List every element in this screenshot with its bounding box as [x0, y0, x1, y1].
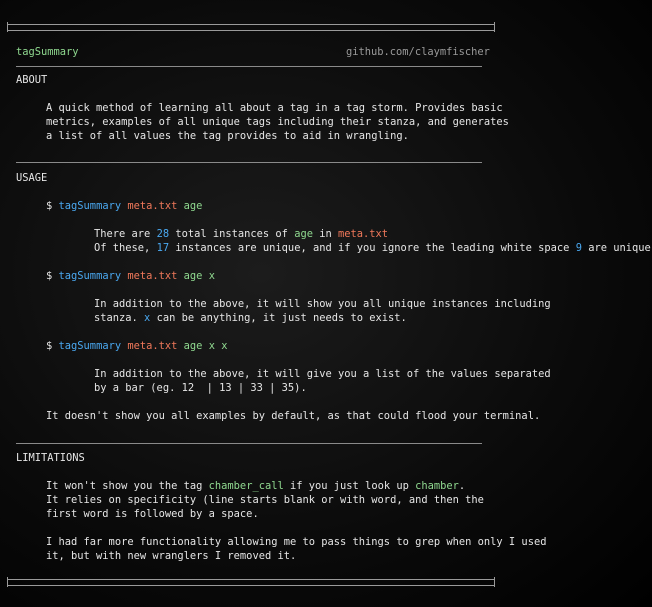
section-heading-usage: USAGE [16, 172, 48, 184]
divider [16, 66, 482, 67]
command-name: tagSummary [58, 200, 122, 212]
about-line-1: A quick method of learning all about a t… [46, 102, 503, 114]
limitations-line-1: It won't show you the tag chamber_call i… [46, 480, 466, 492]
divider [16, 443, 482, 444]
example-3-line-1: In addition to the above, it will give y… [94, 368, 551, 380]
usage-footer-note: It doesn't show you all examples by defa… [46, 410, 541, 422]
command-line-3: $ tagSummary meta.txt age x x [46, 340, 228, 352]
divider [16, 162, 482, 163]
limitations-line-5: it, but with new wranglers I removed it. [46, 550, 297, 562]
command-file: meta.txt [127, 200, 178, 212]
example-2-line-2: stanza. x can be anything, it just needs… [94, 312, 407, 324]
prompt-symbol: $ [46, 200, 53, 212]
limitations-line-4: I had far more functionality allowing me… [46, 536, 547, 548]
about-line-2: metrics, examples of all unique tags inc… [46, 116, 509, 128]
unique-count: 17 [156, 242, 170, 254]
limitations-line-2: It relies on specificity (line starts bl… [46, 494, 484, 506]
total-count: 28 [156, 228, 170, 240]
section-heading-limitations: LIMITATIONS [16, 452, 85, 464]
example-2-line-1: In addition to the above, it will show y… [94, 298, 551, 310]
command-line-2: $ tagSummary meta.txt age x [46, 270, 215, 282]
example-1-line-1: There are 28 total instances of age in m… [94, 228, 389, 240]
section-heading-about: ABOUT [16, 74, 48, 86]
command-line-1: $ tagSummary meta.txt age [46, 199, 202, 213]
command-flag: x [208, 270, 215, 282]
about-line-3: a list of all values the tag provides to… [46, 130, 409, 142]
app-title: tagSummary [16, 46, 79, 58]
top-border [7, 22, 495, 32]
example-3-line-2: by a bar (eg. 12 | 13 | 33 | 35). [94, 382, 307, 394]
command-tag: age [183, 200, 203, 212]
example-1-line-2: Of these, 17 instances are unique, and i… [94, 242, 652, 254]
limitations-line-3: first word is followed by a space. [46, 508, 259, 520]
github-link[interactable]: github.com/claymfischer [346, 45, 490, 59]
bottom-border [7, 577, 495, 587]
